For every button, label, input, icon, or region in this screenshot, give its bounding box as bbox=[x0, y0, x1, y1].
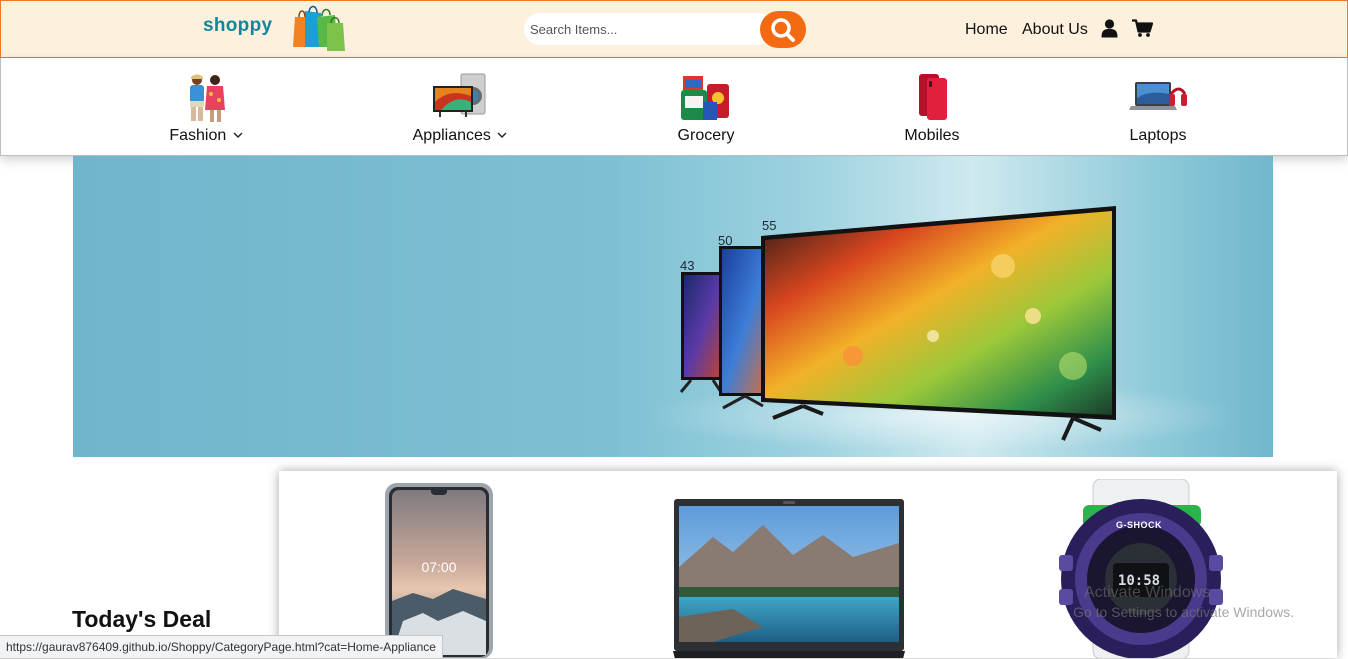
category-label: Fashion bbox=[131, 127, 281, 145]
watch-brand-label: G-SHOCK bbox=[1116, 520, 1162, 530]
search-input[interactable] bbox=[524, 13, 774, 45]
tv-size-label: 55 bbox=[762, 218, 777, 233]
nav-about-link[interactable]: About Us bbox=[1022, 21, 1088, 39]
search-button[interactable] bbox=[760, 11, 806, 48]
activate-windows-subtitle: Go to Settings to activate Windows. bbox=[1073, 604, 1294, 620]
deal-item-phone[interactable]: 07:00 bbox=[383, 481, 495, 658]
activate-windows-title: Activate Windows bbox=[1084, 584, 1211, 601]
browser-status-url: https://gaurav876409.github.io/Shoppy/Ca… bbox=[0, 635, 443, 659]
washing-machine-tv-image bbox=[433, 73, 486, 117]
tv-lineup-image bbox=[643, 206, 1243, 451]
deals-section-title: Today's Deal bbox=[72, 606, 212, 632]
chevron-down-icon bbox=[233, 132, 243, 139]
cart-icon[interactable] bbox=[1132, 19, 1153, 38]
search-bar bbox=[524, 11, 806, 48]
logo-text[interactable]: shoppy bbox=[203, 15, 272, 37]
category-label: Grocery bbox=[677, 127, 735, 144]
top-header: shoppy Home About Us bbox=[0, 0, 1348, 59]
phone-screen-time: 07:00 bbox=[421, 559, 457, 575]
red-phone-image bbox=[919, 74, 947, 120]
category-label: Laptops bbox=[1129, 127, 1187, 144]
nav-home-link[interactable]: Home bbox=[965, 21, 1008, 39]
tv-size-label: 50 bbox=[718, 233, 733, 248]
tv-size-label: 43 bbox=[680, 258, 695, 273]
search-icon bbox=[771, 17, 795, 42]
shopping-bags-logo-icon[interactable] bbox=[289, 3, 347, 53]
hero-banner[interactable]: 43 50 55 bbox=[73, 156, 1273, 457]
category-fashion[interactable]: Fashion bbox=[131, 58, 281, 155]
category-label: Mobiles bbox=[904, 127, 960, 144]
deals-carousel: 07:00 G-SHOCK 10:58 bbox=[279, 471, 1337, 658]
fashion-couple-image bbox=[190, 74, 225, 122]
user-icon[interactable] bbox=[1101, 19, 1118, 38]
category-label: Appliances bbox=[385, 127, 535, 145]
deal-item-laptop[interactable] bbox=[673, 497, 905, 658]
category-grocery[interactable]: Grocery bbox=[631, 58, 781, 155]
category-laptops[interactable]: Laptops bbox=[1083, 58, 1233, 155]
category-appliances[interactable]: Appliances bbox=[385, 58, 535, 155]
grocery-packs-image bbox=[681, 76, 729, 120]
deal-item-watch[interactable]: G-SHOCK 10:58 bbox=[1053, 478, 1225, 658]
g-shock-watch-image bbox=[1059, 478, 1223, 658]
laptop-headphone-image bbox=[1129, 82, 1187, 110]
category-mobiles[interactable]: Mobiles bbox=[857, 58, 1007, 155]
laptop-image bbox=[673, 499, 905, 658]
chevron-down-icon bbox=[497, 132, 507, 139]
category-bar: Fashion Appliances Grocery Mobiles Lapto… bbox=[0, 58, 1348, 156]
